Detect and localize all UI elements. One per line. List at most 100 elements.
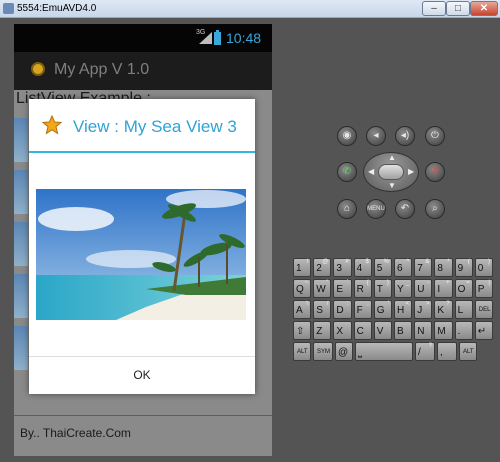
- keyboard-key[interactable]: ⇧: [293, 321, 312, 340]
- keyboard-key[interactable]: 7 &: [414, 258, 433, 277]
- key-alt-label: :: [346, 301, 349, 307]
- key-label: B: [397, 326, 404, 337]
- key-alt-label: *: [447, 259, 450, 265]
- ok-button[interactable]: OK: [29, 357, 255, 394]
- dpad-down-icon[interactable]: ▼: [388, 181, 396, 190]
- footer-divider: [14, 415, 272, 416]
- end-call-button[interactable]: ✆: [425, 162, 445, 182]
- key-label: 9: [457, 263, 464, 274]
- key-label: N: [417, 326, 425, 337]
- keyboard-key[interactable]: ALT: [459, 342, 477, 361]
- key-alt-label: <: [405, 301, 410, 307]
- keyboard-key[interactable]: H <: [394, 300, 413, 319]
- maximize-button[interactable]: □: [446, 1, 470, 16]
- keyboard-key[interactable]: ,: [437, 342, 457, 361]
- dpad-right-icon[interactable]: ▶: [408, 167, 414, 176]
- list-item[interactable]: [14, 170, 28, 214]
- keyboard-key[interactable]: J >: [414, 300, 433, 319]
- keyboard-key[interactable]: C: [353, 321, 372, 340]
- keyboard-key[interactable]: R{: [353, 279, 372, 298]
- star-icon: [42, 115, 62, 135]
- minimize-button[interactable]: –: [422, 1, 446, 16]
- keyboard-key[interactable]: SYM: [313, 342, 333, 361]
- keyboard-key[interactable]: Z: [313, 321, 332, 340]
- keyboard-key[interactable]: 1!: [293, 258, 312, 277]
- keyboard-key[interactable]: ↵: [474, 321, 493, 340]
- key-label: 0: [477, 263, 484, 274]
- keyboard-key[interactable]: Q ~: [293, 279, 312, 298]
- keyboard-key[interactable]: W ": [313, 279, 332, 298]
- dpad-up-icon[interactable]: ▲: [388, 153, 396, 162]
- keyboard-key[interactable]: 6 ^: [394, 258, 413, 277]
- keyboard-key[interactable]: /?: [415, 342, 435, 361]
- keyboard-key[interactable]: M: [434, 321, 453, 340]
- keyboard-key[interactable]: N: [414, 321, 433, 340]
- keyboard-key[interactable]: P |: [474, 279, 493, 298]
- dpad-left-icon[interactable]: ◀: [368, 167, 374, 176]
- call-button[interactable]: ✆: [337, 162, 357, 182]
- key-label: A: [296, 305, 303, 316]
- dpad[interactable]: ▲ ▼ ◀ ▶: [363, 152, 419, 192]
- volume-down-button[interactable]: ◂: [366, 126, 386, 146]
- keyboard-key[interactable]: 0): [474, 258, 493, 277]
- close-button[interactable]: ✕: [470, 1, 498, 16]
- key-label: Y: [397, 284, 404, 295]
- keyboard-key[interactable]: 2 @: [313, 258, 332, 277]
- keyboard-key[interactable]: K?: [434, 300, 453, 319]
- back-button[interactable]: ↶: [395, 199, 415, 219]
- keyboard-key[interactable]: B: [394, 321, 413, 340]
- window-title: 5554:EmuAVD4.0: [17, 3, 97, 14]
- keyboard-key[interactable]: I +: [434, 279, 453, 298]
- list-item[interactable]: [14, 274, 28, 318]
- keyboard-key[interactable]: Y _: [394, 279, 413, 298]
- keyboard-key[interactable]: U-: [414, 279, 433, 298]
- action-bar: My App V 1.0: [14, 52, 272, 90]
- keyboard-key[interactable]: F;: [353, 300, 372, 319]
- keyboard-key[interactable]: G ': [373, 300, 392, 319]
- keyboard-key[interactable]: 3 #: [333, 258, 352, 277]
- keyboard-key[interactable]: S /: [313, 300, 332, 319]
- power-button[interactable]: ⏻: [425, 126, 445, 146]
- status-clock: 10:48: [226, 30, 262, 46]
- keyboard-key[interactable]: .: [454, 321, 473, 340]
- list-item[interactable]: [14, 118, 28, 162]
- keyboard-key[interactable]: ⎵: [355, 342, 413, 361]
- key-label: T: [376, 284, 383, 295]
- keyboard-key[interactable]: X: [333, 321, 352, 340]
- volume-up-button[interactable]: ◂): [395, 126, 415, 146]
- keyboard-key[interactable]: E `: [333, 279, 352, 298]
- key-alt-label: |: [488, 280, 490, 286]
- list-item[interactable]: [14, 222, 28, 266]
- key-alt-label: #: [345, 259, 349, 265]
- list-item[interactable]: [14, 326, 28, 370]
- keyboard-key[interactable]: ALT: [293, 342, 311, 361]
- dpad-center-button[interactable]: [378, 164, 404, 180]
- keyboard-key[interactable]: A \: [293, 300, 312, 319]
- camera-button[interactable]: ◉: [337, 126, 357, 146]
- key-label: E: [336, 284, 344, 295]
- home-button[interactable]: ⌂: [337, 199, 357, 219]
- keyboard-key[interactable]: D:: [333, 300, 352, 319]
- keyboard-key[interactable]: 4 $: [353, 258, 372, 277]
- key-label: D: [336, 305, 344, 316]
- keyboard-key[interactable]: 9(: [454, 258, 473, 277]
- window-title-bar: 5554:EmuAVD4.0 – □ ✕: [0, 0, 500, 18]
- key-label: 1: [296, 263, 302, 274]
- keyboard-key[interactable]: DEL: [474, 300, 493, 319]
- key-label: C: [356, 326, 364, 337]
- search-button[interactable]: ⌕: [425, 199, 445, 219]
- keyboard-key[interactable]: T}: [373, 279, 392, 298]
- key-label: Q: [296, 284, 304, 295]
- key-label: 7: [417, 263, 423, 274]
- keyboard-key[interactable]: V: [373, 321, 392, 340]
- keyboard-key[interactable]: O =: [454, 279, 473, 298]
- keyboard-key[interactable]: 8 *: [434, 258, 453, 277]
- keyboard-key[interactable]: 5%: [373, 258, 392, 277]
- key-label: H: [397, 305, 405, 316]
- menu-button[interactable]: MENU: [366, 199, 386, 219]
- keyboard-key[interactable]: @: [335, 342, 353, 361]
- key-label: 8: [437, 263, 443, 274]
- key-alt-label: /: [326, 301, 329, 307]
- key-label: 5: [376, 263, 383, 274]
- keyboard-key[interactable]: L: [454, 300, 473, 319]
